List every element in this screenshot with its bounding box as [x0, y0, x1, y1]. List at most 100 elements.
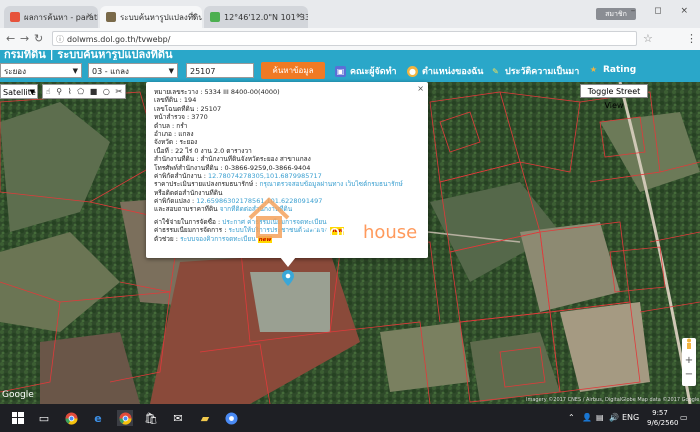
site-title: กรมที่ดิน | ระบบค้นหารูปแปลงที่ดิน — [4, 50, 173, 60]
menu-rating[interactable]: ★ Rating — [588, 64, 636, 75]
browser-menu-icon[interactable]: ⋮ — [686, 32, 697, 45]
screen: ผลการค้นหา - parathanin × ระบบค้นหารูปแป… — [0, 0, 700, 432]
tray-up-icon[interactable]: ⌃ — [568, 413, 575, 422]
menu-my-location-label: ตำแหน่งของฉัน — [422, 67, 484, 77]
site-header: กรมที่ดิน | ระบบค้นหารูปแปลงที่ดิน — [0, 50, 700, 60]
drawing-toolbar: ☝ ⚲ ⌇ ⬠ ■ ○ ✂ — [42, 84, 126, 99]
zoom-in-button[interactable]: + — [682, 354, 696, 368]
chrome-active-icon[interactable] — [117, 410, 133, 426]
info-window-pointer — [280, 257, 296, 267]
info-line: หมายเลขระวาง : 5334 III 8400-00(4000) — [154, 88, 280, 96]
menu-rating-label: Rating — [603, 64, 637, 75]
tab-close-icon[interactable]: × — [190, 11, 197, 20]
menu-team-label: คณะผู้จัดทำ — [350, 67, 397, 77]
system-clock[interactable]: 9:57 9/6/2560 — [647, 408, 679, 428]
back-arrow-icon[interactable]: ← — [6, 32, 15, 45]
rectangle-tool-icon[interactable]: ■ — [90, 87, 98, 96]
page-favicon-icon — [106, 12, 116, 22]
search-button[interactable]: ค้นหาข้อมูล — [261, 62, 325, 79]
measure-tool-icon[interactable]: ✂ — [116, 87, 123, 96]
menu-my-location[interactable]: ● ตำแหน่งของฉัน — [407, 64, 483, 78]
browser-tab-1[interactable]: ผลการค้นหา - parathanin × — [4, 6, 98, 28]
volume-icon[interactable]: 🔊 — [609, 413, 619, 422]
appraisal-label: ราคาประเมินรายแปลงกรมธนารักษ์ : — [154, 180, 260, 189]
mail-icon[interactable]: ✉ — [170, 410, 186, 426]
watermark-brand: rayonghouse — [300, 222, 417, 243]
search-bar: ระยอง ▼ 03 - แกลง ▼ 25107 ค้นหาข้อมูล ▣ … — [0, 60, 700, 82]
info-line: สำนักงานที่ดิน : สำนักงานที่ดินจังหวัดระ… — [154, 155, 311, 164]
map-type-select[interactable]: Satellite ▼ — [0, 84, 38, 99]
pegman-icon[interactable] — [682, 338, 696, 354]
location-pin-icon[interactable] — [282, 270, 294, 286]
office-coordinate-row: ค่าพิกัดสำนักงาน : 12.78074278305,101.68… — [154, 172, 420, 180]
info-line: เนื้อที่ : 22 ไร่ 0 งาน 2.0 ตารางวา — [154, 146, 252, 155]
chevron-down-icon: ▼ — [168, 67, 174, 75]
notification-icon[interactable]: ▭ — [680, 413, 688, 422]
page-favicon-icon — [10, 12, 20, 22]
booking-link[interactable]: ระบบจองคิวการจดทะเบียน — [180, 235, 256, 243]
location-icon: ● — [407, 65, 418, 77]
url-input[interactable]: ⓘ dolwms.dol.go.th/tvwebp/ — [52, 31, 637, 46]
booking-label: ตัวช่วย : — [154, 234, 181, 243]
pan-hand-icon[interactable]: ☝ — [46, 87, 51, 96]
parcel-number-value: 25107 — [190, 67, 216, 76]
chrome-icon[interactable] — [63, 410, 79, 426]
file-explorer-icon[interactable]: ▰ — [197, 410, 213, 426]
appraisal-link[interactable]: กรุณาตรวจสอบข้อมูลผ่านทาง เว็บไซต์กรมธนา… — [259, 180, 402, 188]
province-select[interactable]: ระยอง ▼ — [0, 63, 82, 78]
google-logo: Google — [2, 390, 34, 400]
browser-tab-bar: ผลการค้นหา - parathanin × ระบบค้นหารูปแป… — [0, 0, 700, 28]
polygon-tool-icon[interactable]: ⬠ — [77, 87, 84, 96]
forward-arrow-icon[interactable]: → — [20, 32, 29, 45]
district-select[interactable]: 03 - แกลง ▼ — [88, 63, 178, 78]
reload-icon[interactable]: ↻ — [34, 32, 43, 45]
parcel-coordinate-label: ค่าพิกัดแปลง : — [154, 197, 197, 206]
clock-time: 9:57 — [652, 409, 668, 417]
info-line: อำเภอ : แกลง — [154, 129, 194, 138]
maps-favicon-icon — [210, 12, 220, 22]
clock-date: 9/6/2560 — [647, 419, 679, 427]
district-value: 03 - แกลง — [92, 67, 129, 76]
polyline-tool-icon[interactable]: ⌇ — [68, 87, 72, 96]
marker-tool-icon[interactable]: ⚲ — [56, 87, 62, 96]
info-line: หน้าสำรวจ : 3770 — [154, 113, 208, 122]
watermark-brand-part-a: rayong — [300, 222, 363, 243]
network-icon[interactable]: ▤ — [596, 413, 604, 422]
start-icon[interactable] — [10, 410, 26, 426]
watermark-house-logo — [248, 197, 290, 238]
browser-tab-2[interactable]: ระบบค้นหารูปแปลงที่ดิน × — [100, 6, 202, 28]
edge-icon[interactable]: e — [90, 410, 106, 426]
fee-label: ค่าธรรมเนียมการจัดการ : — [154, 226, 229, 235]
toggle-street-view-button[interactable]: Toggle Street View — [580, 84, 648, 110]
close-icon[interactable]: × — [417, 84, 424, 93]
contact-label: และสอบถามราคาที่ดิน — [154, 205, 220, 214]
map-attribution: Imagery ©2017 CNES / Airbus, DigitalGlob… — [526, 397, 700, 403]
zoom-out-button[interactable]: − — [682, 368, 696, 382]
browser-tab-3[interactable]: 12°46'12.0"N 101°33'29.4 × — [204, 6, 308, 28]
circle-tool-icon[interactable]: ○ — [103, 87, 110, 96]
page-info-icon[interactable]: ⓘ — [56, 32, 64, 47]
office-coordinate-link[interactable]: 12.78074278305,101.6879985717 — [208, 172, 322, 180]
menu-history[interactable]: ✎ ประวัติความเป็นมา — [490, 64, 579, 78]
zoom-control: + − — [682, 338, 696, 386]
chrome-alt-icon[interactable] — [223, 410, 239, 426]
windows-taskbar: ▭ e 🛍 ✉ ▰ ⌃ 👤 ▤ 🔊 ENG 9:57 9/6/2560 ▭ — [0, 404, 700, 432]
task-view-icon[interactable]: ▭ — [36, 410, 52, 426]
language-indicator[interactable]: ENG — [622, 413, 639, 422]
bookmark-star-icon[interactable]: ☆ — [643, 32, 653, 45]
parcel-number-input[interactable]: 25107 — [186, 63, 254, 78]
info-line: จังหวัด : ระยอง — [154, 138, 198, 147]
chevron-down-icon: ▼ — [72, 67, 78, 75]
tab-close-icon[interactable]: × — [296, 11, 303, 20]
tab-close-icon[interactable]: × — [86, 11, 93, 20]
menu-team[interactable]: ▣ คณะผู้จัดทำ — [335, 64, 397, 78]
people-icon[interactable]: 👤 — [582, 413, 592, 422]
store-icon[interactable]: 🛍 — [143, 410, 159, 426]
info-line: เลขที่ดิน : 194 — [154, 96, 197, 105]
rating-icon: ★ — [589, 65, 598, 74]
office-coordinate-label: ค่าพิกัดสำนักงาน : — [154, 171, 209, 180]
address-bar-row: ← → ↻ ⓘ dolwms.dol.go.th/tvwebp/ ☆ ⋮ — [0, 28, 700, 51]
menu-history-label: ประวัติความเป็นมา — [505, 67, 580, 77]
tax-label: ค่าใช้จ่ายในการจัดซื้อ : — [154, 217, 223, 226]
window-controls[interactable]: – ◻ × — [631, 6, 696, 16]
